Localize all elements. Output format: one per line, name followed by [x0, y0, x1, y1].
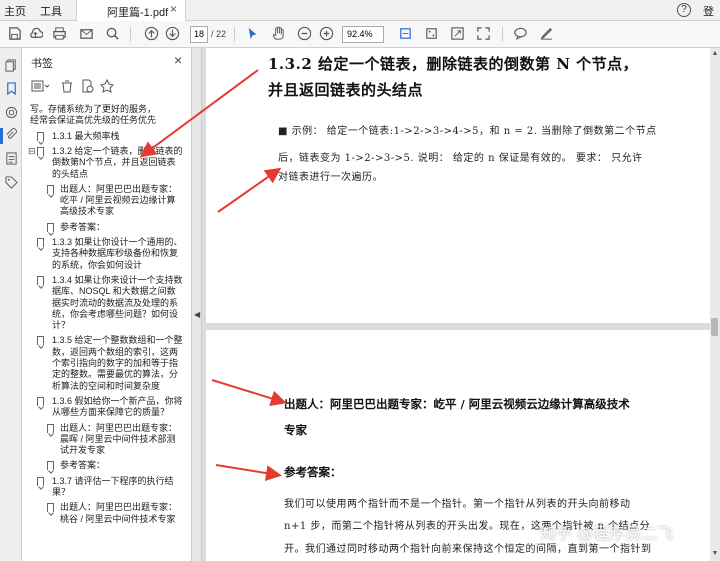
red-arrow — [139, 69, 259, 158]
scroll-thumb[interactable] — [711, 318, 718, 336]
vertical-scrollbar[interactable]: ▲ ▼ — [710, 48, 720, 561]
scroll-up-icon[interactable]: ▲ — [710, 48, 720, 60]
red-arrow — [215, 464, 282, 481]
scroll-down-icon[interactable]: ▼ — [710, 548, 720, 560]
red-arrow — [217, 167, 282, 213]
annotation-arrows — [139, 69, 287, 481]
red-arrow — [211, 379, 287, 407]
watermark: 知乎 @程序员二飞 — [540, 524, 674, 543]
